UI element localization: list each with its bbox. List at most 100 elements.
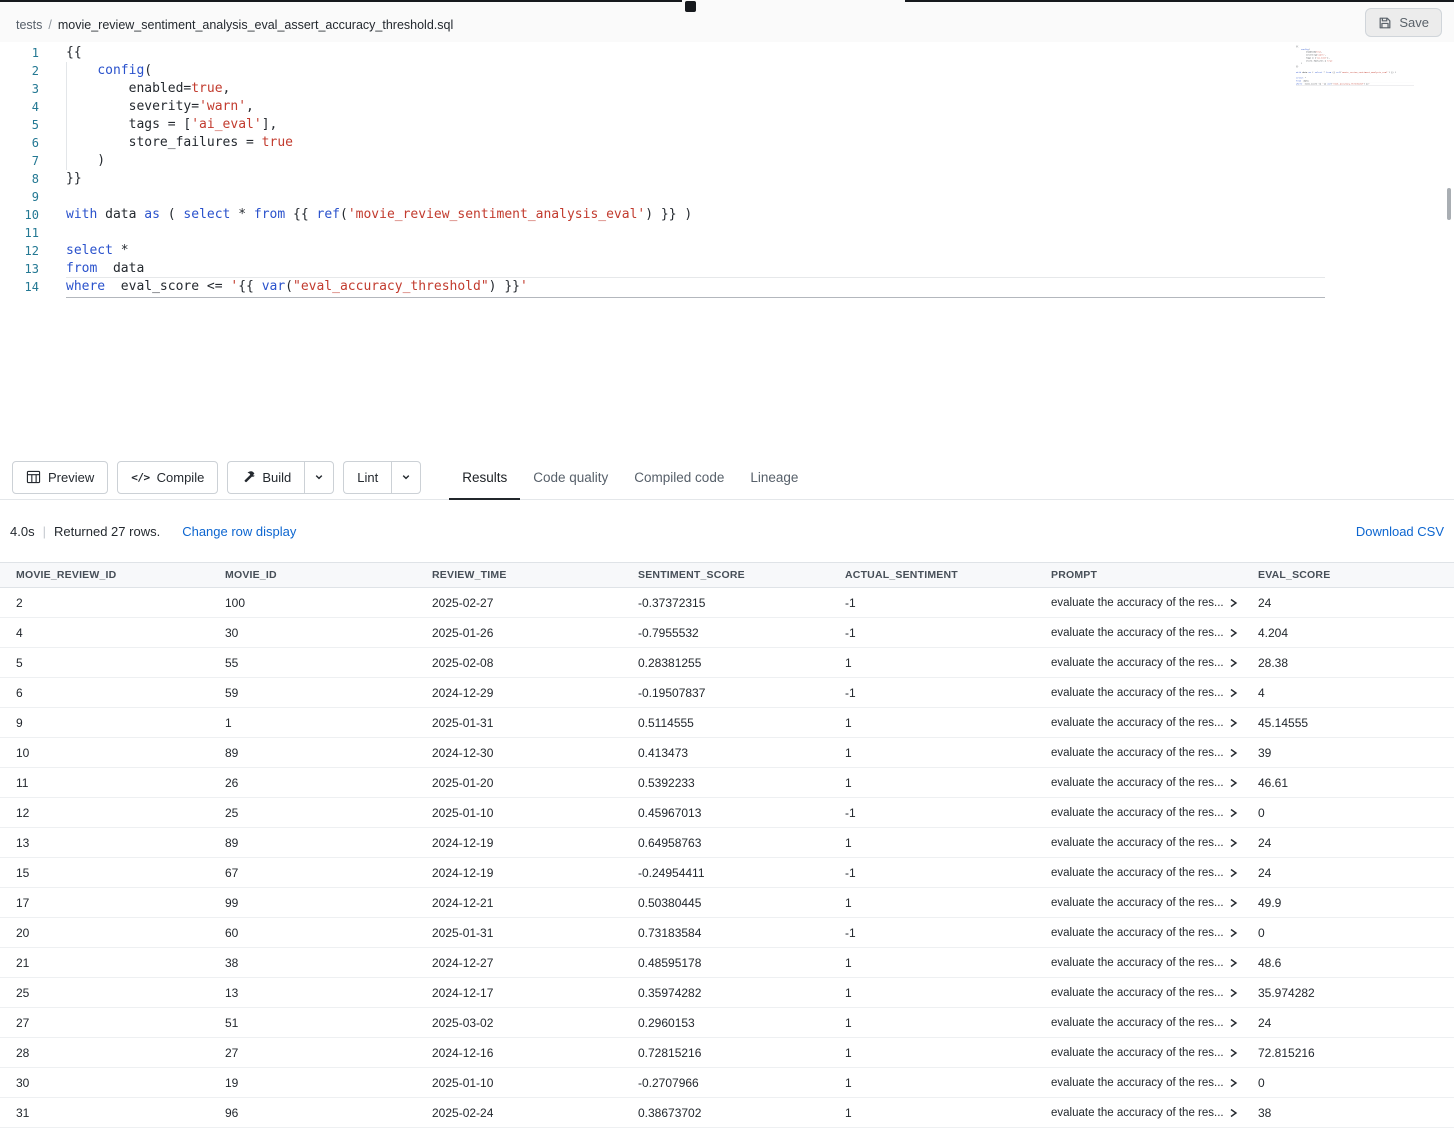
- lint-button-label: Lint: [357, 470, 378, 485]
- prompt-expand-button[interactable]: evaluate the accuracy of the res...: [1051, 807, 1258, 819]
- prompt-expand-button[interactable]: evaluate the accuracy of the res...: [1051, 687, 1258, 699]
- table-cell: 2025-01-10: [432, 806, 638, 820]
- expand-chevron-icon[interactable]: [1229, 838, 1238, 848]
- expand-chevron-icon[interactable]: [1229, 928, 1238, 938]
- code-line[interactable]: store_failures = true: [66, 134, 692, 152]
- compile-button[interactable]: </> Compile: [117, 461, 218, 494]
- table-row: 5552025-02-080.283812551evaluate the acc…: [0, 648, 1454, 678]
- prompt-expand-button[interactable]: evaluate the accuracy of the res...: [1051, 627, 1258, 639]
- code-line[interactable]: ): [66, 152, 692, 170]
- code-line[interactable]: with data as ( select * from {{ ref('mov…: [66, 206, 692, 224]
- preview-button[interactable]: Preview: [12, 461, 108, 494]
- build-dropdown-button[interactable]: [304, 461, 334, 494]
- expand-chevron-icon[interactable]: [1229, 1018, 1238, 1028]
- lint-dropdown-button[interactable]: [391, 461, 421, 494]
- code-editor[interactable]: 1234567891011121314 {{ config( enabled=t…: [0, 42, 1454, 455]
- code-line[interactable]: select *: [66, 242, 692, 260]
- app-root: tests / movie_review_sentiment_analysis_…: [0, 0, 1454, 1128]
- column-header: EVAL_SCORE: [1258, 569, 1454, 581]
- expand-chevron-icon[interactable]: [1229, 688, 1238, 698]
- expand-chevron-icon[interactable]: [1229, 1048, 1238, 1058]
- tab-lineage[interactable]: Lineage: [737, 455, 811, 499]
- table-cell: 59: [225, 686, 432, 700]
- prompt-expand-button[interactable]: evaluate the accuracy of the res...: [1051, 777, 1258, 789]
- table-cell: 2025-01-31: [432, 926, 638, 940]
- editor-scrollbar[interactable]: [1447, 188, 1451, 220]
- table-row: 11262025-01-200.53922331evaluate the acc…: [0, 768, 1454, 798]
- expand-chevron-icon[interactable]: [1229, 658, 1238, 668]
- prompt-expand-button[interactable]: evaluate the accuracy of the res...: [1051, 927, 1258, 939]
- table-cell: 4: [0, 626, 225, 640]
- table-cell: 1: [845, 1106, 1051, 1120]
- table-cell: 20: [0, 926, 225, 940]
- table-cell: 5: [0, 656, 225, 670]
- expand-chevron-icon[interactable]: [1229, 1108, 1238, 1118]
- prompt-expand-button[interactable]: evaluate the accuracy of the res...: [1051, 717, 1258, 729]
- prompt-expand-button[interactable]: evaluate the accuracy of the res...: [1051, 1017, 1258, 1029]
- minimap[interactable]: {{ config( enabled=true, severity='warn'…: [1296, 45, 1414, 165]
- code-line[interactable]: {{: [66, 44, 692, 62]
- line-number: 4: [0, 98, 39, 116]
- table-cell: 72.815216: [1258, 1046, 1454, 1060]
- table-cell: 1: [845, 656, 1051, 670]
- lint-button[interactable]: Lint: [343, 461, 391, 494]
- table-row: 912025-01-310.51145551evaluate the accur…: [0, 708, 1454, 738]
- expand-chevron-icon[interactable]: [1229, 628, 1238, 638]
- line-number-gutter: 1234567891011121314: [0, 44, 44, 296]
- code-lines[interactable]: {{ config( enabled=true, severity='warn'…: [66, 44, 692, 296]
- lint-button-group: Lint: [343, 461, 421, 494]
- save-button[interactable]: Save: [1365, 8, 1442, 37]
- prompt-expand-button[interactable]: evaluate the accuracy of the res...: [1051, 1107, 1258, 1119]
- prompt-expand-button[interactable]: evaluate the accuracy of the res...: [1051, 957, 1258, 969]
- expand-chevron-icon[interactable]: [1229, 868, 1238, 878]
- prompt-expand-button[interactable]: evaluate the accuracy of the res...: [1051, 597, 1258, 609]
- tab-compiled-code[interactable]: Compiled code: [621, 455, 737, 499]
- prompt-expand-button[interactable]: evaluate the accuracy of the res...: [1051, 657, 1258, 669]
- code-line[interactable]: [66, 188, 692, 206]
- expand-chevron-icon[interactable]: [1229, 778, 1238, 788]
- expand-chevron-icon[interactable]: [1229, 1078, 1238, 1088]
- code-line[interactable]: }}: [66, 170, 692, 188]
- table-row: 10892024-12-300.4134731evaluate the accu…: [0, 738, 1454, 768]
- expand-chevron-icon[interactable]: [1229, 988, 1238, 998]
- table-cell: 6: [0, 686, 225, 700]
- tab-code-quality[interactable]: Code quality: [520, 455, 621, 499]
- expand-chevron-icon[interactable]: [1229, 898, 1238, 908]
- prompt-expand-button[interactable]: evaluate the accuracy of the res...: [1051, 747, 1258, 759]
- breadcrumb-file[interactable]: movie_review_sentiment_analysis_eval_ass…: [58, 18, 453, 32]
- expand-chevron-icon[interactable]: [1229, 748, 1238, 758]
- breadcrumb-folder[interactable]: tests: [16, 18, 42, 32]
- code-line[interactable]: config(: [66, 62, 692, 80]
- table-row: 13892024-12-190.649587631evaluate the ac…: [0, 828, 1454, 858]
- code-line[interactable]: tags = ['ai_eval'],: [66, 116, 692, 134]
- expand-chevron-icon[interactable]: [1229, 718, 1238, 728]
- code-line[interactable]: severity='warn',: [66, 98, 692, 116]
- table-cell: -1: [845, 806, 1051, 820]
- table-cell: 24: [1258, 596, 1454, 610]
- prompt-expand-button[interactable]: evaluate the accuracy of the res...: [1051, 1077, 1258, 1089]
- results-table: MOVIE_REVIEW_IDMOVIE_IDREVIEW_TIMESENTIM…: [0, 562, 1454, 1128]
- expand-chevron-icon[interactable]: [1229, 958, 1238, 968]
- code-line[interactable]: from data: [66, 260, 692, 278]
- prompt-expand-button[interactable]: evaluate the accuracy of the res...: [1051, 897, 1258, 909]
- code-line[interactable]: where eval_score <= '{{ var("eval_accura…: [66, 278, 692, 296]
- prompt-expand-button[interactable]: evaluate the accuracy of the res...: [1051, 987, 1258, 999]
- prompt-preview-text: evaluate the accuracy of the res...: [1051, 1107, 1224, 1119]
- expand-chevron-icon[interactable]: [1229, 808, 1238, 818]
- table-cell: 30: [225, 626, 432, 640]
- table-cell: -0.19507837: [638, 686, 845, 700]
- code-line[interactable]: [66, 224, 692, 242]
- prompt-expand-button[interactable]: evaluate the accuracy of the res...: [1051, 867, 1258, 879]
- tab-results[interactable]: Results: [449, 455, 520, 499]
- code-line[interactable]: enabled=true,: [66, 80, 692, 98]
- download-csv-link[interactable]: Download CSV: [1356, 524, 1444, 539]
- action-toolbar: Preview </> Compile Build: [0, 455, 1454, 500]
- build-button[interactable]: Build: [227, 461, 304, 494]
- prompt-expand-button[interactable]: evaluate the accuracy of the res...: [1051, 837, 1258, 849]
- table-cell: 55: [225, 656, 432, 670]
- change-row-display-link[interactable]: Change row display: [182, 524, 296, 539]
- prompt-expand-button[interactable]: evaluate the accuracy of the res...: [1051, 1047, 1258, 1059]
- expand-chevron-icon[interactable]: [1229, 598, 1238, 608]
- table-cell: 13: [225, 986, 432, 1000]
- table-row: 30192025-01-10-0.27079661evaluate the ac…: [0, 1068, 1454, 1098]
